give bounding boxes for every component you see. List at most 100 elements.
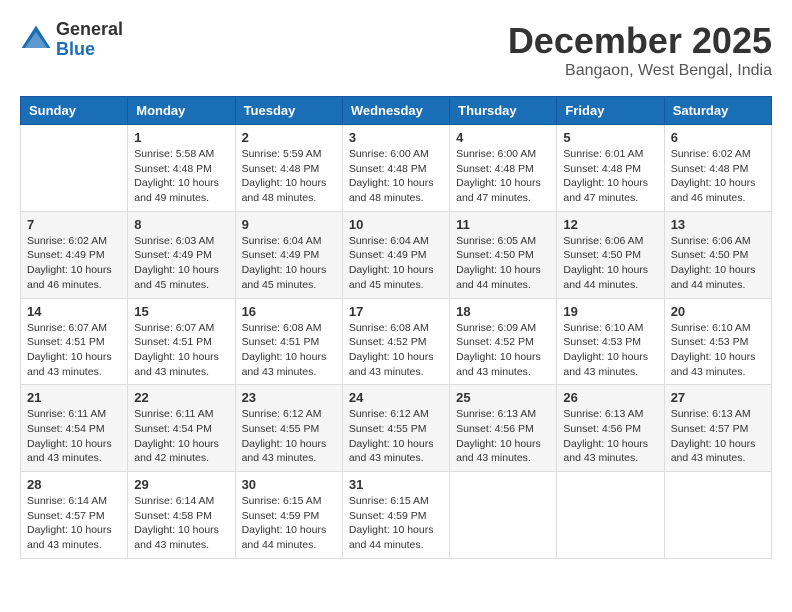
- day-number: 23: [242, 390, 336, 405]
- calendar-cell: 21Sunrise: 6:11 AM Sunset: 4:54 PM Dayli…: [21, 385, 128, 472]
- calendar-cell: 14 Sunrise: 6:07 AM Sunset: 4:51 PM Dayli…: [21, 298, 128, 385]
- calendar-day-header: Monday: [128, 97, 235, 125]
- calendar-week-row: 28 Sunrise: 6:14 AM Sunset: 4:57 PM Dayli…: [21, 472, 772, 559]
- day-info: Sunrise: 6:11 AM Sunset: 4:54 PM Dayligh…: [134, 407, 228, 466]
- day-number: 6: [671, 130, 765, 145]
- calendar-cell: 11Sunrise: 6:05 AM Sunset: 4:50 PM Dayli…: [450, 211, 557, 298]
- calendar-week-row: 21 Sunrise: 6:11 AM Sunset: 4:54 PM Dayli…: [21, 385, 772, 472]
- calendar-cell: 27 Sunrise: 6:13 AM Sunset: 4:57 PM Dayli…: [664, 385, 771, 472]
- day-info: Sunrise: 6:08 AM Sunset: 4:52 PM Dayligh…: [349, 321, 443, 380]
- day-number: 31: [349, 477, 443, 492]
- calendar-day-header: Tuesday: [235, 97, 342, 125]
- day-info: Sunrise: 6:02 AM Sunset: 4:49 PM Dayligh…: [27, 234, 121, 293]
- day-number: 16: [242, 304, 336, 319]
- calendar-cell: 23 Sunrise: 6:12 AM Sunset: 4:55 PM Dayli…: [235, 385, 342, 472]
- calendar-cell: 31 Sunrise: 6:15 AM Sunset: 4:59 PM Dayli…: [342, 472, 449, 559]
- logo-blue: Blue: [56, 40, 123, 60]
- day-info: Sunrise: 6:04 AM Sunset: 4:49 PM Dayligh…: [242, 234, 336, 293]
- day-info: Sunrise: 6:15 AM Sunset: 4:59 PM Dayligh…: [349, 494, 443, 553]
- title-section: December 2025 Bangaon, West Bengal, Indi…: [508, 20, 772, 80]
- calendar-day-header: Saturday: [664, 97, 771, 125]
- calendar-week-row: 1 Sunrise: 5:58 AM Sunset: 4:48 PM Daylig…: [21, 125, 772, 212]
- day-number: 15: [134, 304, 228, 319]
- day-number: 21: [27, 390, 121, 405]
- calendar-cell: 3 Sunrise: 6:00 AM Sunset: 4:48 PM Daylig…: [342, 125, 449, 212]
- calendar-cell: 1 Sunrise: 5:58 AM Sunset: 4:48 PM Daylig…: [128, 125, 235, 212]
- calendar-cell: 20 Sunrise: 6:10 AM Sunset: 4:53 PM Dayli…: [664, 298, 771, 385]
- day-number: 10: [349, 217, 443, 232]
- calendar-day-header: Friday: [557, 97, 664, 125]
- day-number: 28: [27, 477, 121, 492]
- calendar-cell: [664, 472, 771, 559]
- calendar-week-row: 14 Sunrise: 6:07 AM Sunset: 4:51 PM Dayli…: [21, 298, 772, 385]
- day-number: 27: [671, 390, 765, 405]
- location: Bangaon, West Bengal, India: [508, 62, 772, 80]
- day-info: Sunrise: 6:12 AM Sunset: 4:55 PM Dayligh…: [349, 407, 443, 466]
- day-number: 17: [349, 304, 443, 319]
- calendar-cell: 22 Sunrise: 6:11 AM Sunset: 4:54 PM Dayli…: [128, 385, 235, 472]
- day-number: 22: [134, 390, 228, 405]
- calendar-cell: 26 Sunrise: 6:13 AM Sunset: 4:56 PM Dayli…: [557, 385, 664, 472]
- day-info: Sunrise: 6:06 AM Sunset: 4:50 PM Dayligh…: [563, 234, 657, 293]
- day-number: 30: [242, 477, 336, 492]
- calendar-cell: 2Sunrise: 5:59 AM Sunset: 4:48 PM Daylig…: [235, 125, 342, 212]
- day-number: 18: [456, 304, 550, 319]
- day-info: Sunrise: 6:13 AM Sunset: 4:56 PM Dayligh…: [563, 407, 657, 466]
- day-info: Sunrise: 6:15 AM Sunset: 4:59 PM Dayligh…: [242, 494, 336, 553]
- day-info: Sunrise: 6:10 AM Sunset: 4:53 PM Dayligh…: [671, 321, 765, 380]
- day-info: Sunrise: 6:08 AM Sunset: 4:51 PM Dayligh…: [242, 321, 336, 380]
- calendar-cell: 19Sunrise: 6:10 AM Sunset: 4:53 PM Dayli…: [557, 298, 664, 385]
- day-info: Sunrise: 6:12 AM Sunset: 4:55 PM Dayligh…: [242, 407, 336, 466]
- day-number: 5: [563, 130, 657, 145]
- calendar-cell: 13 Sunrise: 6:06 AM Sunset: 4:50 PM Dayli…: [664, 211, 771, 298]
- calendar-cell: 12Sunrise: 6:06 AM Sunset: 4:50 PM Dayli…: [557, 211, 664, 298]
- day-number: 25: [456, 390, 550, 405]
- calendar-cell: 7 Sunrise: 6:02 AM Sunset: 4:49 PM Daylig…: [21, 211, 128, 298]
- calendar-cell: 9 Sunrise: 6:04 AM Sunset: 4:49 PM Daylig…: [235, 211, 342, 298]
- day-number: 7: [27, 217, 121, 232]
- day-info: Sunrise: 6:07 AM Sunset: 4:51 PM Dayligh…: [27, 321, 121, 380]
- calendar-cell: 30 Sunrise: 6:15 AM Sunset: 4:59 PM Dayli…: [235, 472, 342, 559]
- day-number: 9: [242, 217, 336, 232]
- month-title: December 2025: [508, 20, 772, 62]
- day-info: Sunrise: 6:14 AM Sunset: 4:58 PM Dayligh…: [134, 494, 228, 553]
- day-info: Sunrise: 6:10 AM Sunset: 4:53 PM Dayligh…: [563, 321, 657, 380]
- calendar-cell: [21, 125, 128, 212]
- day-number: 26: [563, 390, 657, 405]
- page-header: General Blue December 2025 Bangaon, West…: [20, 20, 772, 80]
- day-info: Sunrise: 6:14 AM Sunset: 4:57 PM Dayligh…: [27, 494, 121, 553]
- day-number: 4: [456, 130, 550, 145]
- day-number: 1: [134, 130, 228, 145]
- day-info: Sunrise: 6:00 AM Sunset: 4:48 PM Dayligh…: [349, 147, 443, 206]
- calendar-cell: 29 Sunrise: 6:14 AM Sunset: 4:58 PM Dayli…: [128, 472, 235, 559]
- calendar-header-row: SundayMondayTuesdayWednesdayThursdayFrid…: [21, 97, 772, 125]
- calendar-day-header: Wednesday: [342, 97, 449, 125]
- calendar-cell: 17 Sunrise: 6:08 AM Sunset: 4:52 PM Dayli…: [342, 298, 449, 385]
- calendar-cell: [557, 472, 664, 559]
- day-info: Sunrise: 6:04 AM Sunset: 4:49 PM Dayligh…: [349, 234, 443, 293]
- calendar-cell: 5 Sunrise: 6:01 AM Sunset: 4:48 PM Daylig…: [557, 125, 664, 212]
- day-info: Sunrise: 6:13 AM Sunset: 4:57 PM Dayligh…: [671, 407, 765, 466]
- day-info: Sunrise: 6:01 AM Sunset: 4:48 PM Dayligh…: [563, 147, 657, 206]
- calendar-cell: [450, 472, 557, 559]
- calendar-cell: 6Sunrise: 6:02 AM Sunset: 4:48 PM Daylig…: [664, 125, 771, 212]
- calendar-cell: 16 Sunrise: 6:08 AM Sunset: 4:51 PM Dayli…: [235, 298, 342, 385]
- logo: General Blue: [20, 20, 123, 60]
- calendar-cell: 4Sunrise: 6:00 AM Sunset: 4:48 PM Daylig…: [450, 125, 557, 212]
- day-info: Sunrise: 5:58 AM Sunset: 4:48 PM Dayligh…: [134, 147, 228, 206]
- day-number: 29: [134, 477, 228, 492]
- logo-text: General Blue: [56, 20, 123, 60]
- calendar-cell: 25Sunrise: 6:13 AM Sunset: 4:56 PM Dayli…: [450, 385, 557, 472]
- logo-general: General: [56, 20, 123, 40]
- day-number: 3: [349, 130, 443, 145]
- day-number: 14: [27, 304, 121, 319]
- calendar-week-row: 7 Sunrise: 6:02 AM Sunset: 4:49 PM Daylig…: [21, 211, 772, 298]
- day-number: 13: [671, 217, 765, 232]
- day-info: Sunrise: 6:09 AM Sunset: 4:52 PM Dayligh…: [456, 321, 550, 380]
- day-number: 11: [456, 217, 550, 232]
- day-number: 20: [671, 304, 765, 319]
- day-number: 24: [349, 390, 443, 405]
- logo-icon: [20, 24, 52, 56]
- day-info: Sunrise: 6:06 AM Sunset: 4:50 PM Dayligh…: [671, 234, 765, 293]
- day-info: Sunrise: 5:59 AM Sunset: 4:48 PM Dayligh…: [242, 147, 336, 206]
